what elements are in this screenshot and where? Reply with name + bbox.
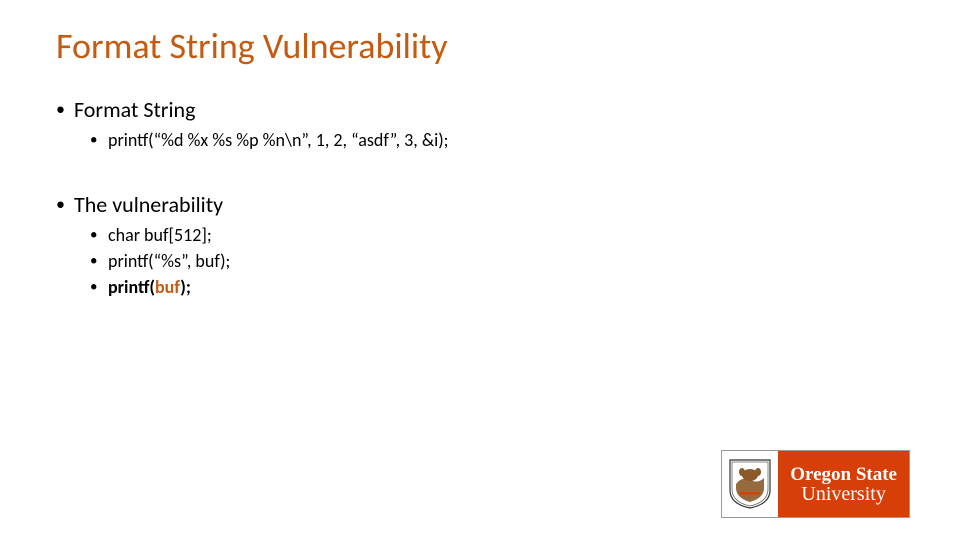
logo-line1: Oregon State <box>790 465 897 485</box>
bullet-level2: • printf(“%s”, buf); <box>90 250 904 272</box>
slide-title: Format String Vulnerability <box>56 24 904 68</box>
bullet-dot: • <box>90 224 108 246</box>
osu-logo-text: Oregon State University <box>778 451 909 517</box>
osu-logo: Oregon State University <box>721 450 910 518</box>
bullet-level2: • printf(“%d %x %s %p %n\n”, 1, 2, “asdf… <box>90 129 904 151</box>
bullet-text: Format String <box>74 96 195 123</box>
osu-crest-icon <box>722 451 778 517</box>
bullet-dot: • <box>90 250 108 272</box>
bullet-dot: • <box>56 96 74 123</box>
bullet-text: char buf[512]; <box>108 224 212 246</box>
code-emphasis: buf <box>155 276 180 298</box>
code-prefix: printf( <box>108 276 155 298</box>
bullet-level2: • char buf[512]; <box>90 224 904 246</box>
bullet-dot: • <box>90 129 108 151</box>
logo-line2: University <box>790 484 897 505</box>
bullet-text: The vulnerability <box>74 191 223 218</box>
bullet-level1: • Format String <box>56 96 904 123</box>
bullet-text-emphasis: printf(buf); <box>108 276 191 298</box>
code-suffix: ); <box>180 276 191 298</box>
slide-content: • Format String • printf(“%d %x %s %p %n… <box>56 96 904 298</box>
bullet-level1: • The vulnerability <box>56 191 904 218</box>
bullet-dot: • <box>56 191 74 218</box>
bullet-level2: • printf(buf); <box>90 276 904 298</box>
bullet-text: printf(“%d %x %s %p %n\n”, 1, 2, “asdf”,… <box>108 129 449 151</box>
bullet-dot: • <box>90 276 108 298</box>
bullet-text: printf(“%s”, buf); <box>108 250 230 272</box>
